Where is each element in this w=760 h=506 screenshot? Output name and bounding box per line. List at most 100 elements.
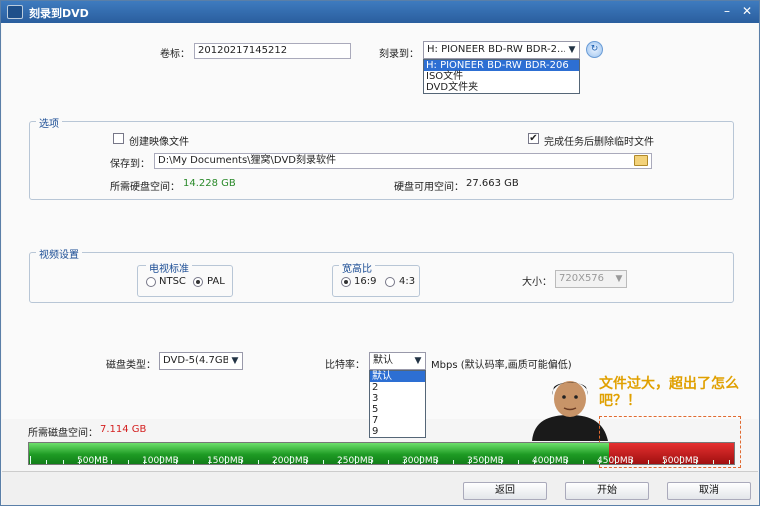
back-button[interactable]: 返回 bbox=[463, 482, 547, 500]
scale-tick bbox=[241, 460, 243, 464]
scale-tick bbox=[501, 460, 503, 464]
app-dvd-icon bbox=[7, 5, 23, 19]
disc-type-select[interactable]: DVD-5(4.7GB) ▼ bbox=[159, 352, 243, 370]
burn-to-dropdown: H: PIONEER BD-RW BDR-206 ISO文件 DVD文件夹 bbox=[423, 59, 580, 94]
scale-tick bbox=[176, 460, 178, 464]
title-bar: 刻录到DVD – ✕ bbox=[1, 1, 759, 23]
disc-type-label: 磁盘类型： bbox=[106, 360, 156, 371]
create-image-label: 创建映像文件 bbox=[129, 137, 189, 148]
cancel-button[interactable]: 取消 bbox=[667, 482, 751, 500]
burn-to-option[interactable]: DVD文件夹 bbox=[424, 82, 579, 93]
burn-to-select[interactable]: H: PIONEER BD-RW BDR-2... ▼ bbox=[423, 41, 580, 59]
ratio-4-3-radio[interactable] bbox=[385, 277, 395, 287]
scale-tick bbox=[387, 460, 389, 464]
video-settings-label: 视频设置 bbox=[36, 246, 82, 261]
bitrate-option[interactable]: 5 bbox=[370, 404, 425, 415]
folder-icon[interactable] bbox=[634, 155, 648, 166]
options-group: 选项 创建映像文件 ✔ 完成任务后删除临时文件 保存到： D:\My Docum… bbox=[29, 115, 734, 200]
scale-tick bbox=[615, 456, 616, 464]
scale-tick bbox=[420, 456, 421, 464]
chevron-down-icon[interactable]: ▼ bbox=[411, 353, 425, 369]
chevron-down-icon[interactable]: ▼ bbox=[228, 353, 242, 369]
scale-tick bbox=[111, 460, 113, 464]
disk-space-value: 7.114 GB bbox=[100, 424, 147, 435]
ratio-16-9-label: 16:9 bbox=[354, 276, 377, 287]
disk-space-bar: 500MB1000MB1500MB2000MB2500MB3000MB3500M… bbox=[28, 442, 735, 466]
bitrate-option[interactable]: 3 bbox=[370, 393, 425, 404]
scale-tick bbox=[728, 460, 730, 464]
pal-label: PAL bbox=[207, 276, 225, 287]
scale-tick bbox=[273, 460, 275, 464]
start-button[interactable]: 开始 bbox=[565, 482, 649, 500]
aspect-ratio-label: 宽高比 bbox=[339, 260, 375, 275]
create-image-checkbox[interactable] bbox=[113, 133, 124, 144]
close-icon[interactable]: ✕ bbox=[739, 4, 755, 19]
need-space-label: 所需硬盘空间： bbox=[110, 182, 180, 193]
size-select[interactable]: 720X576 ▼ bbox=[555, 270, 627, 288]
volume-input[interactable]: 20120217145212 bbox=[194, 43, 351, 59]
bitrate-option[interactable]: 默认 bbox=[370, 371, 425, 382]
bitrate-unit: Mbps (默认码率,画质可能偏低) bbox=[431, 360, 572, 371]
meme-caption: 文件过大，超出了怎么吧？！ bbox=[599, 376, 739, 409]
disc-type-selected: DVD-5(4.7GB) bbox=[163, 355, 234, 366]
scale-tick bbox=[517, 460, 519, 464]
scale-tick-label: 500MB bbox=[77, 456, 109, 466]
save-to-input[interactable]: D:\My Documents\狸窝\DVD刻录软件 bbox=[154, 153, 652, 169]
bitrate-label: 比特率： bbox=[325, 360, 365, 371]
chevron-down-icon[interactable]: ▼ bbox=[612, 271, 626, 287]
minimize-icon[interactable]: – bbox=[719, 4, 735, 19]
scale-tick bbox=[46, 460, 48, 464]
footer: 返回 开始 取消 bbox=[2, 471, 758, 505]
delete-temp-checkbox[interactable]: ✔ bbox=[528, 133, 539, 144]
scale-tick bbox=[143, 460, 145, 464]
scale-tick bbox=[290, 456, 291, 464]
bitrate-option[interactable]: 7 bbox=[370, 415, 425, 426]
burn-to-option[interactable]: ISO文件 bbox=[424, 71, 579, 82]
scale-tick bbox=[127, 460, 129, 464]
bitrate-select[interactable]: 默认 ▼ bbox=[369, 352, 426, 370]
scale-tick bbox=[95, 456, 96, 464]
volume-label: 卷标： bbox=[160, 49, 190, 60]
scale-tick bbox=[338, 460, 340, 464]
bitrate-selected: 默认 bbox=[373, 355, 393, 366]
window-title: 刻录到DVD bbox=[29, 7, 89, 20]
scale-tick bbox=[680, 456, 681, 464]
bitrate-dropdown: 默认 2 3 5 7 9 bbox=[369, 370, 426, 438]
checkmark-icon: ✔ bbox=[529, 133, 538, 144]
size-label: 大小： bbox=[522, 277, 552, 288]
need-space-value: 14.228 GB bbox=[183, 178, 236, 189]
burn-to-label: 刻录到： bbox=[379, 49, 419, 60]
scale-tick bbox=[192, 460, 194, 464]
delete-temp-label: 完成任务后删除临时文件 bbox=[544, 137, 654, 148]
scale-tick bbox=[30, 456, 31, 464]
ratio-4-3-label: 4:3 bbox=[399, 276, 416, 287]
video-settings-group: 视频设置 电视标准 NTSC PAL 宽高比 16:9 4:3 大小： 720X… bbox=[29, 246, 734, 303]
bitrate-option[interactable]: 9 bbox=[370, 426, 425, 437]
size-selected: 720X576 bbox=[559, 273, 605, 284]
scale-tick bbox=[403, 460, 405, 464]
refresh-icon[interactable]: ↻ bbox=[586, 41, 603, 58]
ratio-16-9-radio[interactable] bbox=[341, 277, 351, 287]
ntsc-radio[interactable] bbox=[146, 277, 156, 287]
dvd-burn-window: 刻录到DVD – ✕ 卷标： 20120217145212 刻录到： H: PI… bbox=[0, 0, 760, 506]
chevron-down-icon[interactable]: ▼ bbox=[565, 42, 579, 58]
burn-to-option[interactable]: H: PIONEER BD-RW BDR-206 bbox=[424, 60, 579, 71]
scale-tick bbox=[485, 456, 486, 464]
burn-to-selected: H: PIONEER BD-RW BDR-2... bbox=[427, 44, 567, 55]
scale-tick bbox=[582, 460, 584, 464]
scale-tick bbox=[663, 460, 665, 464]
pal-radio[interactable] bbox=[193, 277, 203, 287]
scale-tick bbox=[550, 456, 551, 464]
ntsc-label: NTSC bbox=[159, 276, 186, 287]
bitrate-option[interactable]: 2 bbox=[370, 382, 425, 393]
tv-standard-group: 电视标准 NTSC PAL bbox=[137, 260, 233, 297]
scale-tick bbox=[452, 460, 454, 464]
scale-tick bbox=[598, 460, 600, 464]
scale-tick bbox=[160, 456, 161, 464]
scale-tick bbox=[647, 460, 649, 464]
scale-tick bbox=[208, 460, 210, 464]
free-space-label: 硬盘可用空间： bbox=[394, 182, 464, 193]
scale-tick bbox=[257, 460, 259, 464]
scale-tick bbox=[468, 460, 470, 464]
tv-standard-label: 电视标准 bbox=[146, 260, 192, 275]
